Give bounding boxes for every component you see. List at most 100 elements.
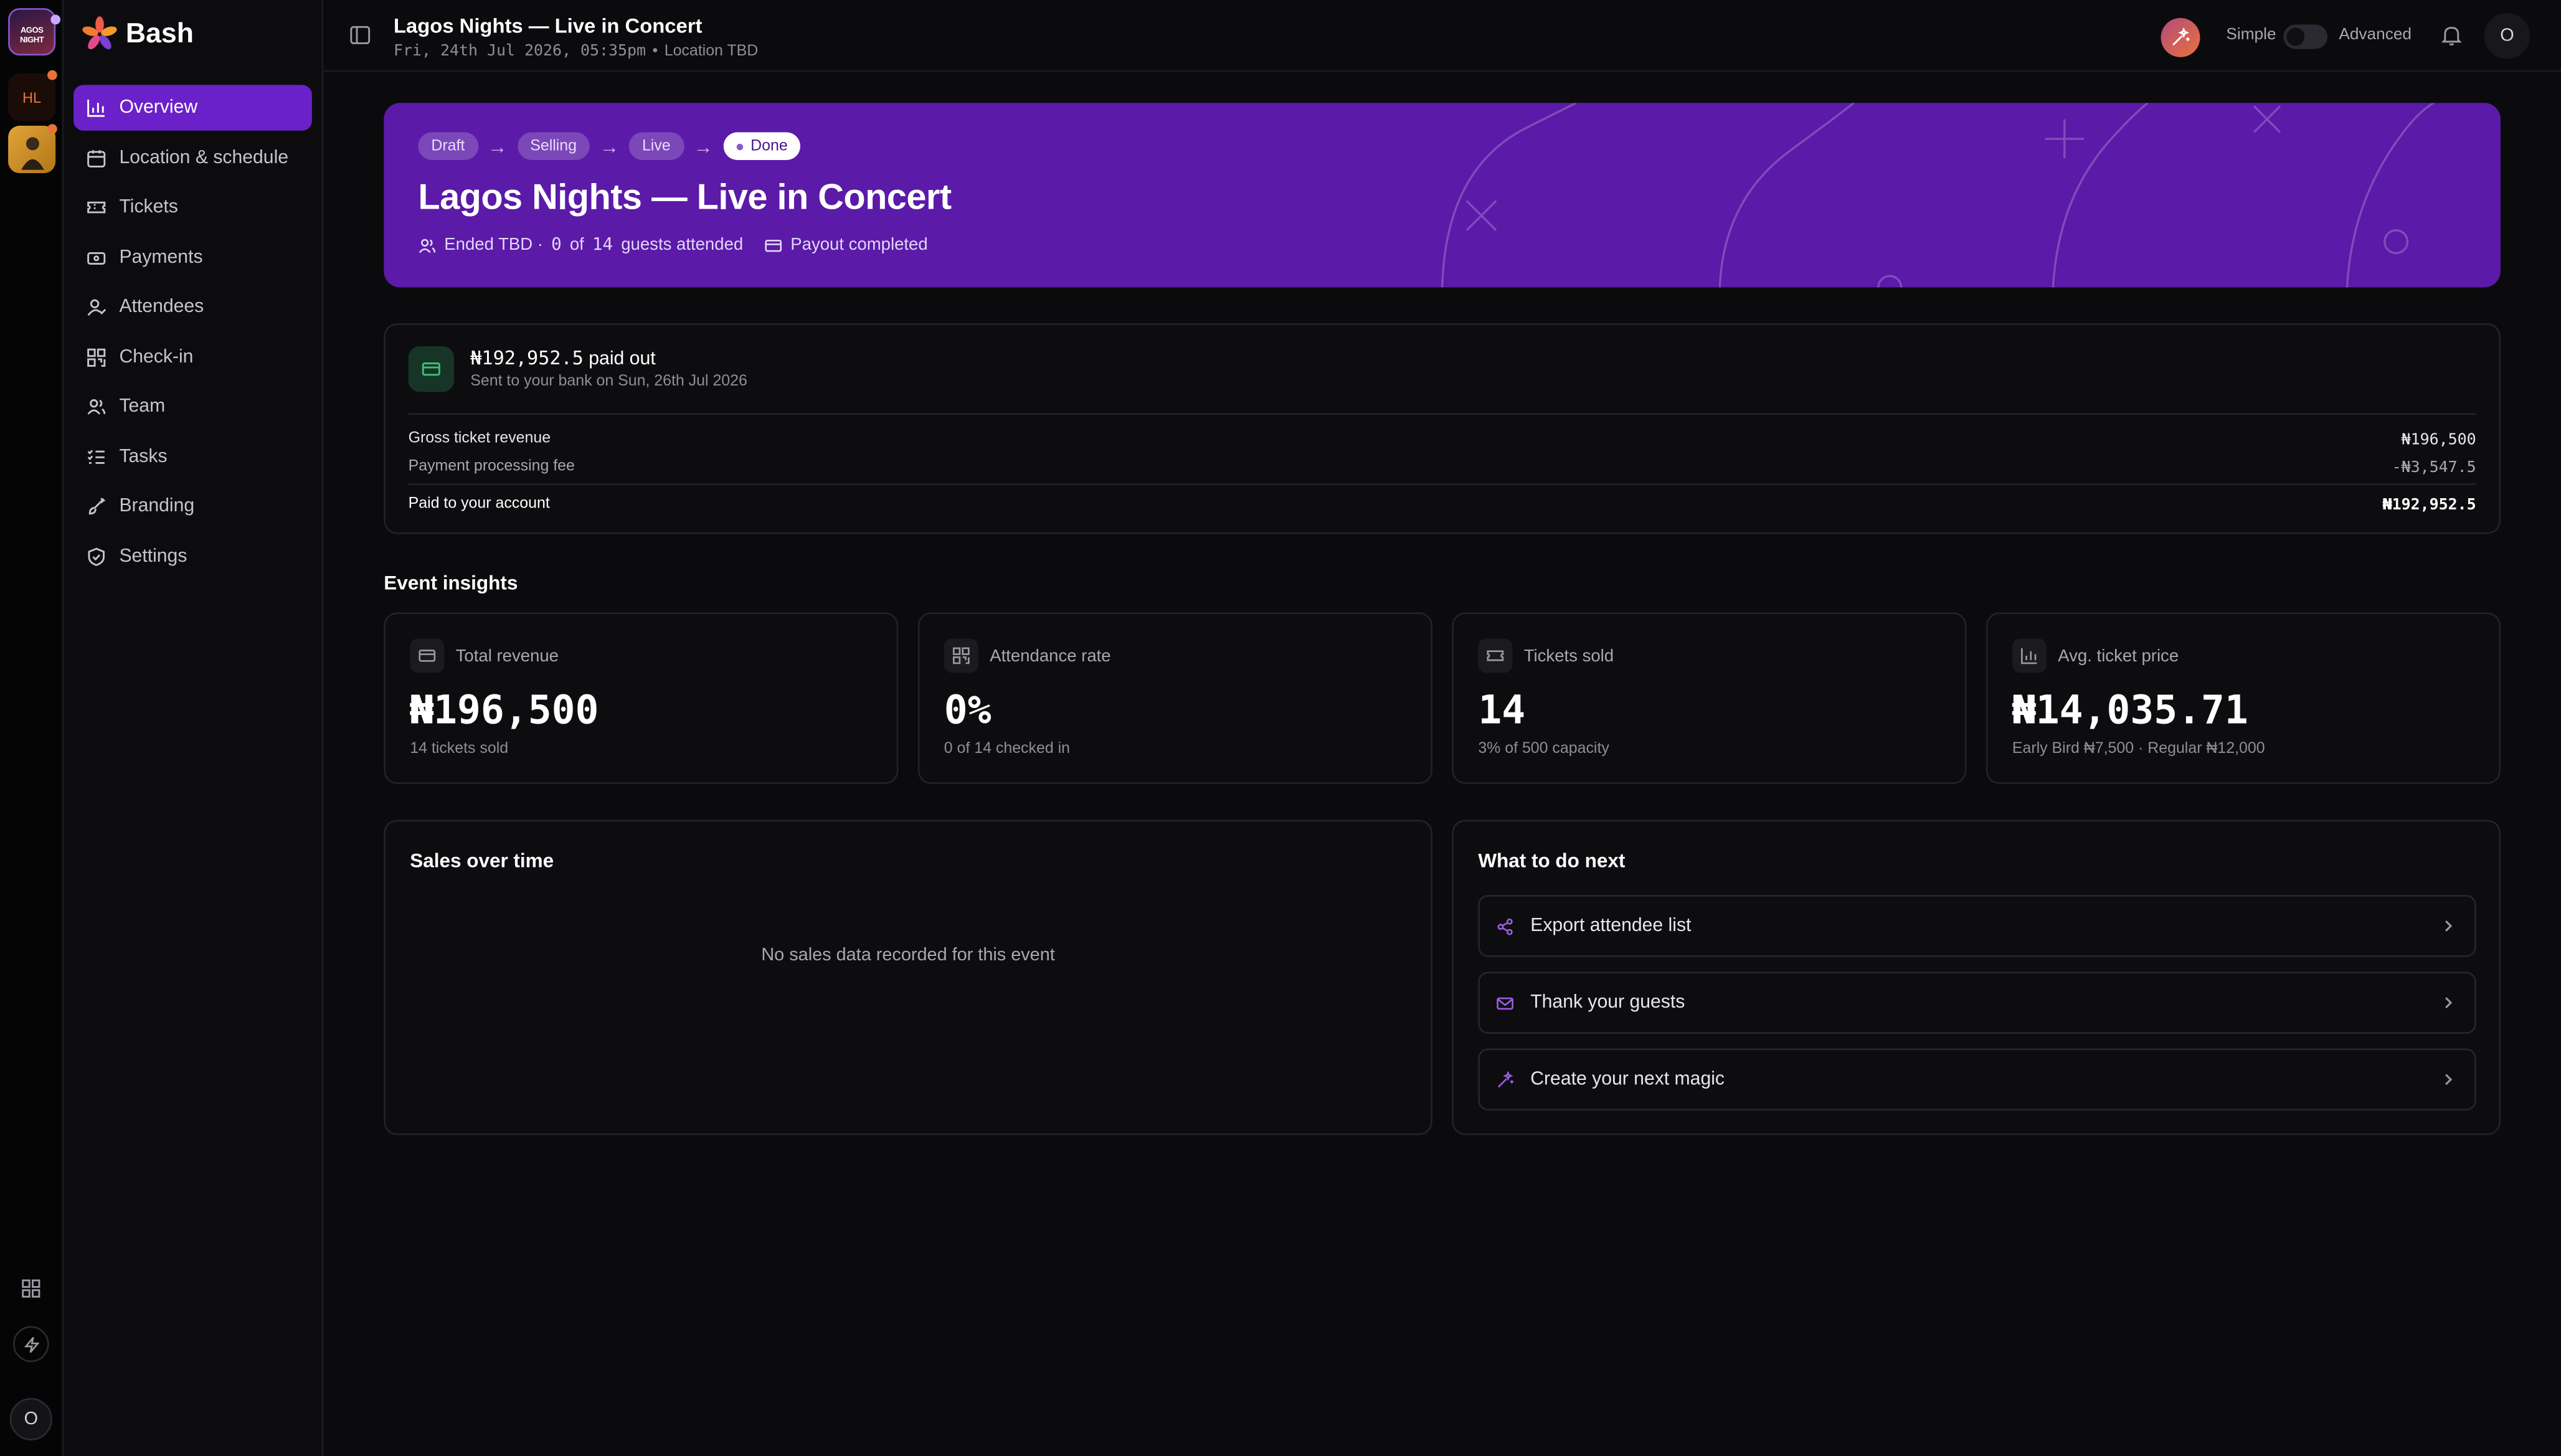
sidebar-item-label: Tickets xyxy=(119,197,178,217)
payout-amount-value: ₦192,952.5 xyxy=(470,346,584,369)
bell-icon[interactable] xyxy=(2441,24,2462,50)
sales-over-time-panel: Sales over time No sales data recorded f… xyxy=(384,820,1432,1135)
calendar-icon xyxy=(87,149,106,167)
brand[interactable]: Bash xyxy=(82,16,194,52)
user-avatar[interactable]: O xyxy=(9,1397,52,1441)
stat-label: Total revenue xyxy=(455,646,559,666)
mode-advanced-label: Advanced xyxy=(2339,26,2412,44)
qr-code-icon xyxy=(944,638,978,673)
stat-label: Avg. ticket price xyxy=(2058,646,2179,666)
sidebar-nav: Overview Location & schedule Tickets Pay… xyxy=(73,85,312,583)
share-icon xyxy=(1497,917,1513,935)
sidebar-item-label: Team xyxy=(119,397,166,417)
event-thumbnail-lagos-nights[interactable]: AGOS NIGHT xyxy=(8,8,56,56)
user-avatar[interactable]: O xyxy=(2484,12,2530,59)
subtitle-separator: • xyxy=(652,42,658,61)
stat-sub: 14 tickets sold xyxy=(410,739,509,758)
stat-card-avg-ticket-price: Avg. ticket price ₦14,035.71 Early Bird … xyxy=(1986,612,2501,784)
sidebar-item-tickets[interactable]: Tickets xyxy=(73,184,312,230)
payments-icon xyxy=(87,251,106,264)
sidebar-item-label: Branding xyxy=(119,496,195,516)
sidebar-item-check-in[interactable]: Check-in xyxy=(73,334,312,379)
paid-to-account-label: Paid to your account xyxy=(408,494,550,513)
guests-attended-text: guests attended xyxy=(621,235,744,255)
divider xyxy=(408,413,2476,415)
sidebar-item-label: Check-in xyxy=(119,347,194,367)
step-draft: Draft xyxy=(418,132,478,161)
sidebar-toggle-icon[interactable] xyxy=(349,24,371,50)
stat-sub: 0 of 14 checked in xyxy=(944,739,1070,758)
event-title: Lagos Nights — Live in Concert xyxy=(418,176,952,217)
mail-icon xyxy=(1497,996,1513,1009)
chevron-right-icon xyxy=(2445,1074,2453,1085)
brush-icon xyxy=(88,498,106,515)
sidebar-item-label: Overview xyxy=(119,98,198,118)
action-label: Thank your guests xyxy=(1530,993,1685,1013)
of-text: of xyxy=(569,235,584,255)
create-next-magic-button[interactable]: Create your next magic xyxy=(1478,1048,2476,1111)
thank-guests-button[interactable]: Thank your guests xyxy=(1478,971,2476,1034)
user-avatar-initial: O xyxy=(24,1409,39,1429)
magic-button[interactable] xyxy=(2161,17,2200,57)
mode-simple-label: Simple xyxy=(2226,26,2276,44)
stat-card-tickets-sold: Tickets sold 14 3% of 500 capacity xyxy=(1452,612,1967,784)
gross-revenue-label: Gross ticket revenue xyxy=(408,429,551,448)
step-done: Done xyxy=(722,132,801,161)
lightning-icon[interactable] xyxy=(12,1326,49,1363)
credit-card-icon xyxy=(410,638,445,673)
credit-card-icon xyxy=(765,239,782,252)
shield-icon xyxy=(88,547,105,565)
stat-value: 0% xyxy=(944,688,992,734)
mode-toggle-switch[interactable] xyxy=(2283,24,2327,49)
next-steps-panel: What to do next Export attendee list Tha… xyxy=(1452,820,2501,1135)
bash-logo-icon xyxy=(82,16,117,50)
event-thumbnail-photo[interactable] xyxy=(8,125,56,173)
sidebar-item-settings[interactable]: Settings xyxy=(73,533,312,579)
stat-value: ₦196,500 xyxy=(410,688,599,734)
paid-to-account-value: ₦192,952.5 xyxy=(2382,496,2476,515)
bar-chart-icon xyxy=(87,99,105,117)
users-icon xyxy=(87,399,106,415)
users-icon xyxy=(419,238,436,253)
ticket-icon xyxy=(87,201,106,214)
sidebar-item-label: Location & schedule xyxy=(119,148,289,168)
sidebar-item-location-schedule[interactable]: Location & schedule xyxy=(73,135,312,180)
event-subtitle: Fri, 24th Jul 2026, 05:35pm • Location T… xyxy=(394,42,758,60)
chevron-right-icon xyxy=(2445,997,2453,1009)
rail-status-dot xyxy=(47,70,57,80)
step-arrow: → xyxy=(488,135,508,158)
sidebar-item-label: Attendees xyxy=(119,297,204,317)
bar-chart-icon xyxy=(2012,638,2047,673)
qr-code-icon xyxy=(87,347,106,366)
event-date: Fri, 24th Jul 2026, 05:35pm xyxy=(394,42,646,61)
stat-card-total-revenue: Total revenue ₦196,500 14 tickets sold xyxy=(384,612,899,784)
apps-grid-icon[interactable] xyxy=(15,1272,47,1305)
sidebar-item-team[interactable]: Team xyxy=(73,384,312,429)
step-live: Live xyxy=(628,132,684,161)
panel-title: Sales over time xyxy=(410,849,554,872)
payout-card: ₦192,952.5 paid out Sent to your bank on… xyxy=(384,323,2501,534)
total-guests: 14 xyxy=(592,235,613,255)
step-selling: Selling xyxy=(517,132,590,161)
processing-fee-value: -₦3,547.5 xyxy=(2392,458,2476,477)
user-avatar-initial: O xyxy=(2500,26,2514,46)
sidebar-item-label: Settings xyxy=(119,546,187,566)
stat-label: Attendance rate xyxy=(990,646,1111,666)
sidebar-item-payments[interactable]: Payments xyxy=(73,234,312,280)
event-thumbnail-text: AGOS NIGHT xyxy=(20,26,44,46)
sidebar-item-overview[interactable]: Overview xyxy=(73,85,312,131)
ended-text: Ended TBD · xyxy=(444,235,544,255)
top-bar: Lagos Nights — Live in Concert Fri, 24th… xyxy=(323,0,2561,72)
step-done-label: Done xyxy=(750,137,788,156)
export-attendee-list-button[interactable]: Export attendee list xyxy=(1478,895,2476,957)
attended-count: 0 xyxy=(551,235,562,255)
sidebar-item-branding[interactable]: Branding xyxy=(73,483,312,529)
event-initials: HL xyxy=(22,88,42,106)
event-thumbnail-hl[interactable]: HL xyxy=(8,73,56,121)
sidebar-item-tasks[interactable]: Tasks xyxy=(73,433,312,479)
sidebar: Bash Overview Location & schedule Ticket… xyxy=(64,0,324,1456)
page-title: Lagos Nights — Live in Concert xyxy=(394,14,703,38)
sidebar-item-attendees[interactable]: Attendees xyxy=(73,284,312,329)
payout-amount: ₦192,952.5 paid out xyxy=(470,346,655,369)
action-label: Export attendee list xyxy=(1530,916,1692,936)
